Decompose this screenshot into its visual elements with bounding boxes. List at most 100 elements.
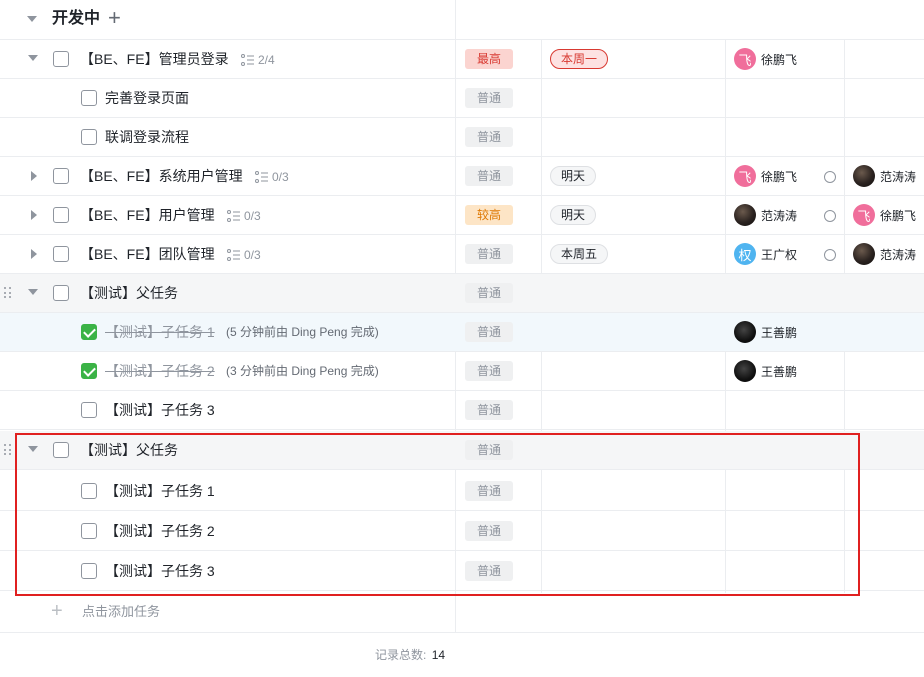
task-row[interactable]: 【测试】父任务 普通: [0, 274, 924, 313]
assignee[interactable]: 王善鹏: [734, 360, 797, 382]
task-checkbox[interactable]: [53, 168, 69, 184]
assignee[interactable]: 范涛涛: [734, 204, 797, 226]
assignee[interactable]: 王善鹏: [734, 321, 797, 343]
expand-subtasks-icon[interactable]: [31, 171, 37, 181]
priority-badge[interactable]: 普通: [465, 400, 513, 420]
priority-badge[interactable]: 普通: [465, 127, 513, 147]
task-checkbox[interactable]: [53, 207, 69, 223]
task-checkbox[interactable]: [81, 90, 97, 106]
task-title[interactable]: 联调登录流程: [105, 118, 189, 157]
task-checkbox[interactable]: [81, 523, 97, 539]
task-checkbox[interactable]: [53, 246, 69, 262]
expand-subtasks-icon[interactable]: [31, 210, 37, 220]
status-radio[interactable]: [824, 249, 836, 261]
task-checkbox[interactable]: [53, 442, 69, 458]
task-row[interactable]: 【BE、FE】系统用户管理 0/3 普通 明天 飞 徐鹏飞 范涛涛: [0, 157, 924, 196]
subtask-row[interactable]: 完善登录页面 普通: [0, 79, 924, 118]
creator[interactable]: 范涛涛: [853, 243, 916, 265]
task-checkbox[interactable]: [81, 483, 97, 499]
due-date-badge[interactable]: 明天: [550, 166, 597, 186]
expand-subtasks-icon[interactable]: [31, 249, 37, 259]
task-row[interactable]: 【测试】父任务 普通: [0, 431, 924, 470]
collapse-subtasks-icon[interactable]: [28, 289, 38, 295]
priority-badge[interactable]: 普通: [465, 481, 513, 501]
task-row[interactable]: 【BE、FE】用户管理 0/3 较高 明天 范涛涛 飞 徐鹏飞: [0, 196, 924, 235]
due-date-badge[interactable]: 明天: [550, 205, 597, 225]
priority-badge[interactable]: 普通: [465, 322, 513, 342]
subtask-progress: 2/4: [258, 52, 275, 67]
task-title[interactable]: 【BE、FE】系统用户管理: [80, 157, 243, 196]
task-row[interactable]: 【BE、FE】管理员登录 2/4 最高 本周一 飞 徐鹏飞: [0, 40, 924, 79]
task-title[interactable]: 【测试】子任务 3: [105, 391, 215, 430]
subtask-row[interactable]: 【测试】子任务 2 (3 分钟前由 Ding Peng 完成) 普通 王善鹏: [0, 352, 924, 391]
subtask-progress: 0/3: [272, 169, 289, 184]
task-title[interactable]: 【测试】子任务 2: [105, 512, 215, 551]
task-checkbox[interactable]: [53, 285, 69, 301]
subtask-row[interactable]: 【测试】子任务 2 普通: [0, 512, 924, 551]
creator[interactable]: 飞 徐鹏飞: [853, 204, 916, 226]
task-title[interactable]: 完善登录页面: [105, 79, 189, 118]
priority-badge[interactable]: 普通: [465, 561, 513, 581]
drag-handle-icon[interactable]: [4, 444, 12, 456]
task-checkbox[interactable]: [53, 51, 69, 67]
subtask-row[interactable]: 【测试】子任务 3 普通: [0, 552, 924, 591]
task-title[interactable]: 【测试】子任务 1: [105, 472, 215, 511]
subtask-list-icon: [241, 53, 254, 66]
task-title[interactable]: 【BE、FE】管理员登录: [80, 40, 229, 79]
assignee[interactable]: 飞 徐鹏飞: [734, 48, 797, 70]
task-checkbox[interactable]: [81, 129, 97, 145]
task-title[interactable]: 【测试】子任务 2: [105, 352, 215, 391]
priority-badge[interactable]: 普通: [465, 166, 513, 186]
avatar: 权: [734, 243, 756, 265]
task-checkbox-checked[interactable]: [81, 324, 97, 340]
add-task-row[interactable]: + 点击添加任务: [0, 592, 924, 633]
subtask-row[interactable]: 【测试】子任务 1 (5 分钟前由 Ding Peng 完成) 普通 王善鹏: [0, 313, 924, 352]
task-title[interactable]: 【测试】子任务 1: [105, 313, 215, 352]
status-radio[interactable]: [824, 210, 836, 222]
assignee[interactable]: 飞 徐鹏飞: [734, 165, 797, 187]
record-count-label: 记录总数:: [375, 648, 427, 662]
priority-badge[interactable]: 最高: [465, 49, 513, 69]
subtask-progress: 0/3: [244, 208, 261, 223]
due-date-badge[interactable]: 本周五: [550, 244, 609, 264]
task-checkbox[interactable]: [81, 563, 97, 579]
avatar: 飞: [734, 165, 756, 187]
task-title[interactable]: 【测试】父任务: [80, 274, 178, 313]
subtask-row[interactable]: 【测试】子任务 1 普通: [0, 472, 924, 511]
subtask-row[interactable]: 联调登录流程 普通: [0, 118, 924, 157]
add-group-task-icon[interactable]: +: [108, 0, 121, 38]
status-radio[interactable]: [824, 171, 836, 183]
priority-badge[interactable]: 普通: [465, 244, 513, 264]
priority-badge[interactable]: 较高: [465, 205, 513, 225]
creator[interactable]: 范涛涛: [853, 165, 916, 187]
collapse-subtasks-icon[interactable]: [28, 55, 38, 61]
subtask-progress: 0/3: [244, 247, 261, 262]
task-title[interactable]: 【BE、FE】团队管理: [80, 235, 215, 274]
task-row[interactable]: 【BE、FE】团队管理 0/3 普通 本周五 权 王广权 范涛涛: [0, 235, 924, 274]
assignee[interactable]: 权 王广权: [734, 243, 797, 265]
task-title[interactable]: 【测试】父任务: [80, 431, 178, 470]
subtask-row[interactable]: 【测试】子任务 3 普通: [0, 391, 924, 430]
collapse-subtasks-icon[interactable]: [28, 446, 38, 452]
task-checkbox-checked[interactable]: [81, 363, 97, 379]
creator-name: 范涛涛: [880, 169, 917, 184]
subtask-list-icon: [227, 209, 240, 222]
priority-badge[interactable]: 普通: [465, 88, 513, 108]
priority-badge[interactable]: 普通: [465, 283, 513, 303]
priority-badge[interactable]: 普通: [465, 361, 513, 381]
due-date-badge[interactable]: 本周一: [550, 49, 609, 69]
assignee-name: 王善鹏: [761, 364, 798, 379]
add-task-icon[interactable]: +: [51, 592, 63, 632]
record-count: 记录总数: 14: [375, 646, 445, 663]
task-title[interactable]: 【测试】子任务 3: [105, 552, 215, 591]
task-title[interactable]: 【BE、FE】用户管理: [80, 196, 215, 235]
subtask-count: 2/4: [241, 40, 275, 79]
priority-badge[interactable]: 普通: [465, 440, 513, 460]
drag-handle-icon[interactable]: [4, 287, 12, 299]
add-task-link[interactable]: 点击添加任务: [82, 592, 160, 632]
group-header: 开发中 +: [0, 0, 924, 40]
collapse-group-icon[interactable]: [27, 16, 37, 22]
task-checkbox[interactable]: [81, 402, 97, 418]
avatar: 飞: [734, 48, 756, 70]
priority-badge[interactable]: 普通: [465, 521, 513, 541]
